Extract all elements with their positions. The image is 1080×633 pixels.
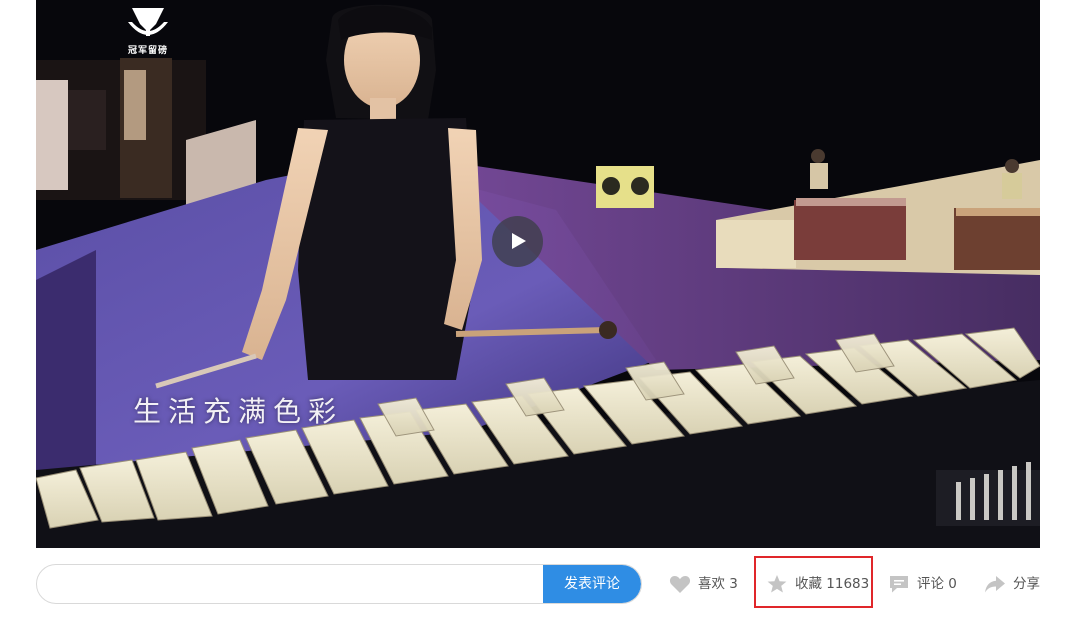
share-icon [985,576,1005,593]
share-label: 分享 [1013,576,1040,592]
comment-input[interactable] [37,565,545,603]
video-frame [36,0,1040,548]
channel-logo: 冠军留磅 [122,4,174,58]
comments-button[interactable]: 评论 0 [888,571,960,597]
page: 冠军留磅 生活充满色彩 发表评论 喜欢 3 收藏 11683 评论 0 分享 [0,0,1080,633]
comments-label: 评论 0 [917,576,957,592]
submit-comment-button[interactable]: 发表评论 [543,565,641,603]
play-button[interactable] [492,216,543,267]
comment-icon [890,576,908,593]
star-icon [767,575,787,593]
favorite-label: 收藏 11683 [795,576,870,592]
like-button[interactable]: 喜欢 3 [669,571,741,597]
heart-icon [669,576,691,593]
video-player[interactable]: 冠军留磅 生活充满色彩 [36,0,1040,548]
share-button[interactable]: 分享 [984,571,1044,597]
play-icon [512,233,526,249]
video-subtitle: 生活充满色彩 [133,395,344,428]
trophy-icon [128,8,168,36]
like-label: 喜欢 3 [698,576,738,592]
logo-text: 冠军留磅 [127,46,168,56]
comment-box: 发表评论 [36,564,642,604]
favorite-button[interactable]: 收藏 11683 [766,571,870,597]
